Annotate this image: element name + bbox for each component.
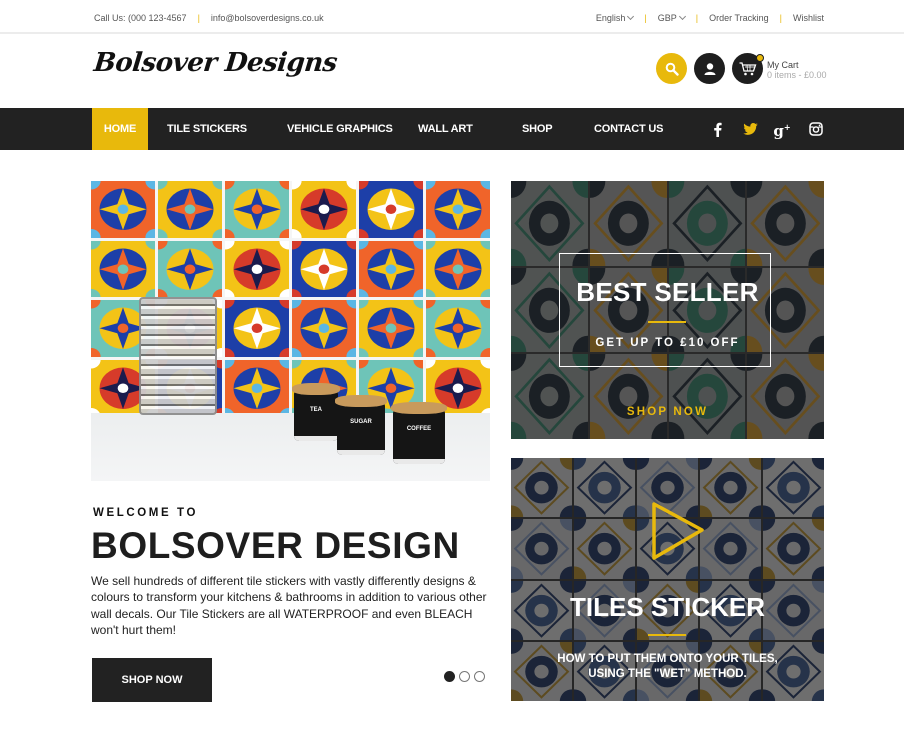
divider: |	[695, 13, 699, 23]
decor-tile	[91, 181, 155, 238]
search-button[interactable]	[656, 53, 687, 84]
chevron-down-icon	[678, 12, 686, 21]
accent-divider	[648, 321, 686, 323]
welcome-subheading: WELCOME TO	[93, 507, 199, 519]
jar-coffee: COFFEE	[391, 402, 447, 464]
tiles-sticker-title: TILES STICKER	[569, 592, 765, 622]
language-selector[interactable]: English	[595, 12, 635, 23]
play-icon[interactable]	[650, 500, 706, 564]
shop-now-button[interactable]: SHOP NOW	[92, 658, 212, 702]
order-tracking-link[interactable]: Order Tracking	[709, 13, 769, 23]
tiles-sticker-subtitle: HOW TO PUT THEM ONTO YOUR TILES, USING T…	[511, 652, 824, 682]
twitter-icon	[742, 123, 758, 135]
jar-label: COFFEE	[406, 426, 432, 432]
best-seller-banner[interactable]: BEST SELLER GET UP TO £10 OFF SHOP NOW	[511, 181, 824, 439]
instagram-icon	[809, 122, 823, 136]
coffee-pod-rack	[139, 297, 217, 415]
decor-tile	[91, 240, 155, 297]
cart-total: 0 items - £0.00	[767, 70, 827, 80]
decor-tile	[292, 300, 356, 357]
slide-dot-3[interactable]	[474, 671, 485, 682]
decor-tile	[292, 181, 356, 238]
search-icon	[665, 62, 679, 76]
facebook-link[interactable]	[708, 120, 726, 138]
decor-tile	[225, 300, 289, 357]
jar-tea: TEA	[292, 383, 340, 441]
jar-lid	[292, 383, 340, 395]
divider: |	[644, 13, 647, 23]
google-plus-icon: g+	[773, 121, 791, 140]
accent-divider	[648, 634, 686, 636]
decor-tile	[225, 359, 289, 416]
decor-tile	[158, 181, 222, 238]
cart-label: My Cart	[767, 60, 799, 70]
facebook-icon	[713, 122, 722, 137]
decor-tile	[359, 300, 423, 357]
nav-vehicle-graphics[interactable]: VEHICLE GRAPHICS	[287, 108, 393, 150]
nav-contact-us[interactable]: CONTACT US	[594, 108, 663, 150]
cart-badge	[756, 54, 764, 62]
slide-dot-1[interactable]	[444, 671, 455, 682]
nav-home[interactable]: HOME	[92, 108, 148, 150]
best-seller-frame	[559, 253, 771, 367]
cart-button[interactable]	[732, 53, 764, 84]
account-button[interactable]	[694, 53, 725, 84]
main-nav: HOME TILE STICKERS VEHICLE GRAPHICS WALL…	[0, 108, 904, 150]
hero-image: TEA SUGAR COFFEE	[91, 181, 490, 481]
decor-tile	[426, 300, 490, 357]
cart-summary[interactable]: My Cart 0 items - £0.00	[767, 60, 827, 80]
phone-number[interactable]: Call Us: (000 123-4567	[94, 13, 187, 23]
decor-tile	[359, 240, 423, 297]
logo[interactable]: Bolsover Designs	[92, 48, 338, 78]
decor-tile	[158, 240, 222, 297]
cart-icon	[739, 61, 756, 75]
top-bar: Call Us: (000 123-4567 | info@bolsoverde…	[0, 0, 904, 34]
divider: |	[197, 13, 200, 23]
hero-title: BOLSOVER DESIGN	[91, 525, 460, 566]
nav-tile-stickers[interactable]: TILE STICKERS	[167, 108, 247, 150]
subtitle-line-2: USING THE "WET" METHOD.	[588, 668, 747, 680]
twitter-link[interactable]	[741, 120, 759, 138]
best-seller-shop-now-link[interactable]: SHOP NOW	[511, 406, 824, 418]
best-seller-subtitle: GET UP TO £10 OFF	[595, 337, 740, 349]
instagram-link[interactable]	[807, 120, 825, 138]
best-seller-title: BEST SELLER	[576, 277, 759, 307]
language-label: English	[595, 13, 626, 23]
subtitle-line-1: HOW TO PUT THEM ONTO YOUR TILES,	[557, 653, 778, 665]
slider-pagination	[444, 671, 485, 682]
jar-base	[337, 450, 385, 455]
wishlist-link[interactable]: Wishlist	[793, 13, 824, 23]
jar-base	[294, 436, 338, 441]
nav-shop[interactable]: SHOP	[522, 108, 553, 150]
decor-tile	[426, 181, 490, 238]
jar-label: TEA	[310, 407, 322, 413]
decor-tile	[225, 181, 289, 238]
decor-tile	[292, 240, 356, 297]
decor-tile	[225, 240, 289, 297]
jar-base	[393, 459, 445, 464]
slide-dot-2[interactable]	[459, 671, 470, 682]
nav-wall-art[interactable]: WALL ART	[418, 108, 473, 150]
jar-lid	[335, 395, 387, 407]
currency-selector[interactable]: GBP	[657, 12, 686, 23]
decor-tile	[426, 240, 490, 297]
divider: |	[779, 13, 782, 23]
google-plus-link[interactable]: g+	[773, 120, 791, 140]
jar-sugar: SUGAR	[335, 395, 387, 455]
currency-label: GBP	[657, 13, 677, 23]
chevron-down-icon	[627, 12, 635, 21]
tiles-sticker-video-banner[interactable]: TILES STICKER HOW TO PUT THEM ONTO YOUR …	[511, 458, 824, 701]
email-link[interactable]: info@bolsoverdesigns.co.uk	[211, 13, 324, 23]
hero-description: We sell hundreds of different tile stick…	[91, 574, 487, 638]
decor-tile	[359, 181, 423, 238]
jar-lid	[391, 402, 447, 414]
jar-label: SUGAR	[350, 419, 372, 425]
user-icon	[704, 62, 715, 75]
